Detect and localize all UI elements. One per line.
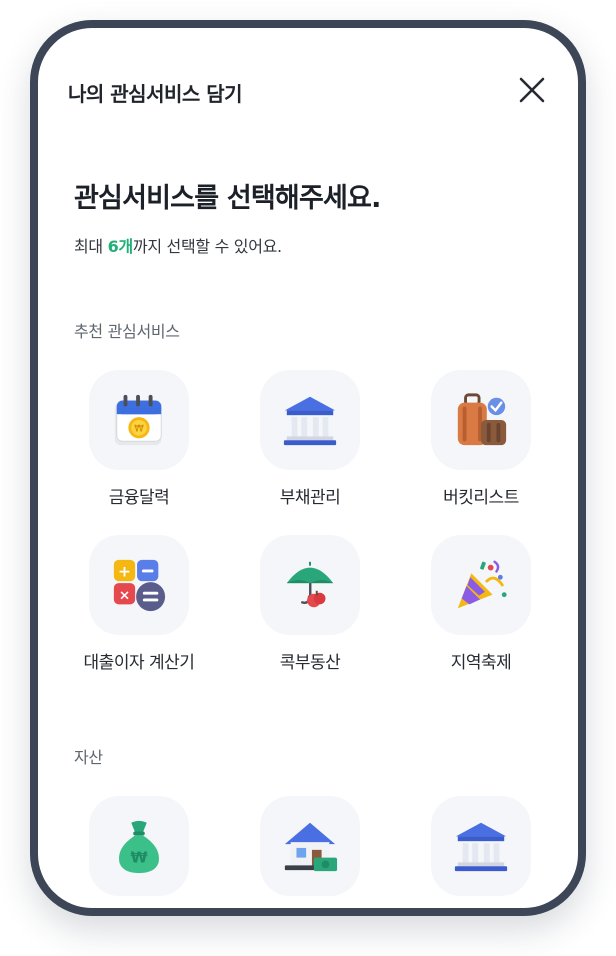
service-item-finance-calendar[interactable]: ₩ 금융달력 — [54, 370, 224, 520]
assets-grid: ₩ — [38, 796, 578, 906]
asset-item-house-money[interactable] — [225, 796, 395, 908]
limit-prefix: 최대 — [74, 237, 108, 256]
service-icon-box: ₩ — [89, 370, 189, 470]
section-title-recommended: 추천 관심서비스 — [74, 322, 180, 341]
service-item-local-festival[interactable]: 지역축제 — [396, 535, 566, 685]
asset-item-bank[interactable] — [396, 796, 566, 908]
svg-text:×: × — [119, 588, 130, 604]
modal-title: 나의 관심서비스 담기 — [68, 82, 243, 106]
service-item-debt-management[interactable]: 부채관리 — [225, 370, 395, 520]
service-item-loan-calculator[interactable]: + × 대출이자 계산기 — [54, 535, 224, 685]
selection-limit-text: 최대 6개까지 선택할 수 있어요. — [74, 233, 282, 257]
service-label: 부채관리 — [279, 488, 341, 508]
service-icon-box — [431, 535, 531, 635]
suitcase-icon — [457, 393, 507, 446]
svg-text:₩: ₩ — [130, 848, 147, 866]
close-icon — [519, 77, 545, 103]
limit-suffix: 까지 선택할 수 있어요. — [132, 237, 282, 256]
svg-text:₩: ₩ — [134, 424, 144, 435]
service-icon-box — [260, 796, 360, 896]
service-label: 버킷리스트 — [443, 488, 519, 508]
service-icon-box — [431, 370, 531, 470]
money-bag-icon: ₩ — [119, 820, 159, 874]
page-heading: 관심서비스를 선택해주세요. — [74, 183, 381, 214]
limit-count: 6개 — [107, 237, 134, 256]
service-select-modal: 나의 관심서비스 담기 관심서비스를 선택해주세요. 최대 6개까지 선택할 수… — [30, 20, 586, 916]
service-icon-box: ₩ — [89, 796, 189, 896]
service-item-bucket-list[interactable]: 버킷리스트 — [396, 370, 566, 520]
service-icon-box — [260, 535, 360, 635]
calendar-coin-icon: ₩ — [114, 394, 162, 446]
umbrella-house-icon — [286, 561, 334, 608]
recommended-grid: ₩ 금융달력 부채관리 버킷리스트 + × 대출이자 계산기 콕부동산 지역축제 — [38, 370, 578, 690]
party-popper-icon — [457, 560, 507, 609]
close-button[interactable] — [516, 74, 548, 106]
service-label: 지역축제 — [450, 653, 512, 673]
service-icon-box: + × — [89, 535, 189, 635]
service-icon-box — [431, 796, 531, 896]
bank-building-icon — [283, 396, 337, 446]
bank-building-icon — [454, 822, 508, 872]
service-label: 대출이자 계산기 — [83, 653, 195, 673]
svg-text:+: + — [118, 562, 131, 580]
service-item-kok-realestate[interactable]: 콕부동산 — [225, 535, 395, 685]
asset-item-money-bag[interactable]: ₩ — [54, 796, 224, 908]
section-title-assets: 자산 — [74, 748, 103, 767]
service-icon-box — [260, 370, 360, 470]
house-money-icon — [284, 822, 338, 872]
service-label: 콕부동산 — [279, 653, 341, 673]
calculator-icon: + × — [113, 559, 166, 612]
service-label: 금융달력 — [108, 488, 170, 508]
